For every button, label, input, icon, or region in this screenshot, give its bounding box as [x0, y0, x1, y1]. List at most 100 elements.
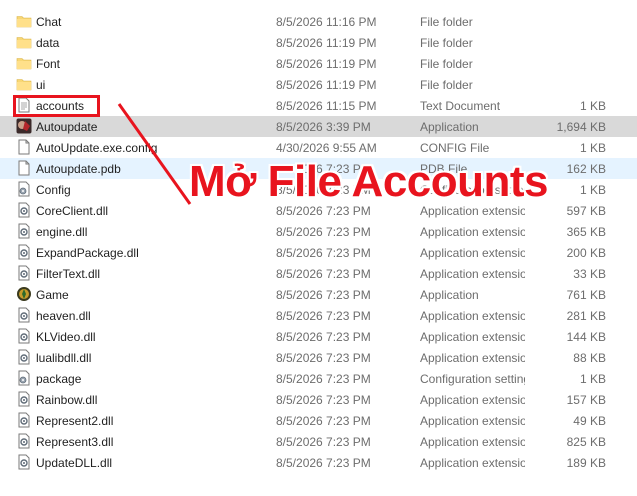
file-date-modified: 8/5/2026 3:39 PM: [276, 120, 371, 134]
file-name: Chat: [36, 15, 62, 29]
file-date-modified: 8/5/2026 7:23 PM: [276, 372, 371, 386]
file-row-chat[interactable]: Chat 8/5/2026 11:16 PM File folder: [0, 11, 637, 32]
file-row-lualibdll-dll[interactable]: lualibdll.dll 8/5/2026 7:23 PM Application…: [0, 347, 637, 368]
file-type: Application extension: [420, 351, 525, 365]
file-date-modified: 4/30/2026 9:55 AM: [276, 141, 377, 155]
dll-file-icon: [16, 265, 32, 281]
file-row-accounts[interactable]: accounts 8/5/2026 11:15 PM Text Document 1 …: [0, 95, 637, 116]
file-date-modified: 8/5/2026 7:23 PM: [276, 267, 371, 281]
file-name: Represent2.dll: [36, 414, 114, 428]
file-name: KLVideo.dll: [36, 330, 96, 344]
file-date-modified: 8/5/2026 7:23 PM: [276, 351, 371, 365]
file-row-rainbow-dll[interactable]: Rainbow.dll 8/5/2026 7:23 PM Application e…: [0, 389, 637, 410]
file-size: 365 KB: [566, 225, 606, 239]
file-type: Application extension: [420, 330, 525, 344]
file-date-modified: 8/5/2026 11:15 PM: [276, 99, 377, 113]
file-type: Application: [420, 120, 479, 134]
file-size: 1 KB: [579, 99, 606, 113]
file-date-modified: 8/5/2026 7:23 PM: [276, 393, 371, 407]
file-name: data: [36, 36, 60, 50]
file-size: 49 KB: [573, 414, 606, 428]
file-row-autoupdate[interactable]: Autoupdate 8/5/2026 3:39 PM Application 1,6…: [0, 116, 637, 137]
file-type: Text Document: [420, 99, 501, 113]
dll-file-icon: [16, 349, 32, 365]
file-date-modified: 8/5/2026 7:23 PM: [276, 435, 371, 449]
config-file-icon: [16, 139, 32, 155]
file-row-represent2-dll[interactable]: Represent2.dll 8/5/2026 7:23 PM Applicatio…: [0, 410, 637, 431]
file-date-modified: 8/5/2026 7:23 PM: [276, 246, 371, 260]
file-type: File folder: [420, 36, 473, 50]
file-type: Application extension: [420, 414, 525, 428]
file-type: Application extension: [420, 393, 525, 407]
annotation-callout-text: Mở File Accounts: [189, 157, 549, 206]
file-type: CONFIG File: [420, 141, 490, 155]
file-date-modified: 8/5/2026 7:23 PM: [276, 414, 371, 428]
file-name: Represent3.dll: [36, 435, 114, 449]
folder-icon: [16, 34, 32, 50]
file-row-represent3-dll[interactable]: Represent3.dll 8/5/2026 7:23 PM Applicatio…: [0, 431, 637, 452]
folder-icon: [16, 55, 32, 71]
file-row-klvideo-dll[interactable]: KLVideo.dll 8/5/2026 7:23 PM Application e…: [0, 326, 637, 347]
file-size: 144 KB: [566, 330, 606, 344]
file-date-modified: 8/5/2026 7:23 PM: [276, 225, 371, 239]
file-date-modified: 8/5/2026 7:23 PM: [276, 456, 371, 470]
dll-file-icon: [16, 433, 32, 449]
dll-file-icon: [16, 391, 32, 407]
file-name: Rainbow.dll: [36, 393, 98, 407]
file-size: 597 KB: [566, 204, 606, 218]
file-name: Config: [36, 183, 71, 197]
file-type: Application extension: [420, 267, 525, 281]
file-name: UpdateDLL.dll: [36, 456, 113, 470]
dll-file-icon: [16, 223, 32, 239]
file-date-modified: 8/5/2026 11:19 PM: [276, 57, 377, 71]
file-row-package[interactable]: package 8/5/2026 7:23 PM Configuration set…: [0, 368, 637, 389]
file-name: package: [36, 372, 82, 386]
file-size: 1 KB: [579, 141, 606, 155]
file-row-expandpackage-dll[interactable]: ExpandPackage.dll 8/5/2026 7:23 PM Applica…: [0, 242, 637, 263]
file-name: Font: [36, 57, 61, 71]
file-size: 825 KB: [566, 435, 606, 449]
file-size: 33 KB: [573, 267, 606, 281]
settings-file-icon: [16, 181, 32, 197]
game-app-icon: [16, 286, 32, 302]
file-list: Chat 8/5/2026 11:16 PM File folder data 8/5/…: [0, 11, 637, 473]
file-date-modified: 8/5/2026 7:23 PM: [276, 309, 371, 323]
file-size: 88 KB: [573, 351, 606, 365]
file-name: engine.dll: [36, 225, 88, 239]
dll-file-icon: [16, 307, 32, 323]
file-size: 189 KB: [566, 456, 606, 470]
file-name: ExpandPackage.dll: [36, 246, 139, 260]
file-date-modified: 8/5/2026 7:23 PM: [276, 330, 371, 344]
pdb-file-icon: [16, 160, 32, 176]
file-type: Configuration settings: [420, 372, 525, 386]
file-name: lualibdll.dll: [36, 351, 92, 365]
file-row-updatedll-dll[interactable]: UpdateDLL.dll 8/5/2026 7:23 PM Application…: [0, 452, 637, 473]
file-row-font[interactable]: Font 8/5/2026 11:19 PM File folder: [0, 53, 637, 74]
file-row-autoupdate-exe-config[interactable]: AutoUpdate.exe.config 4/30/2026 9:55 AM CO…: [0, 137, 637, 158]
file-type: Application: [420, 288, 479, 302]
file-row-game[interactable]: Game 8/5/2026 7:23 PM Application 761 KB: [0, 284, 637, 305]
file-size: 1 KB: [579, 183, 606, 197]
dll-file-icon: [16, 328, 32, 344]
folder-icon: [16, 76, 32, 92]
file-size: 162 KB: [566, 162, 606, 176]
file-row-heaven-dll[interactable]: heaven.dll 8/5/2026 7:23 PM Application ex…: [0, 305, 637, 326]
file-row-ui[interactable]: ui 8/5/2026 11:19 PM File folder: [0, 74, 637, 95]
file-row-filtertext-dll[interactable]: FilterText.dll 8/5/2026 7:23 PM Applicatio…: [0, 263, 637, 284]
dll-file-icon: [16, 202, 32, 218]
file-name: CoreClient.dll: [36, 204, 109, 218]
folder-icon: [16, 13, 32, 29]
file-type: Application extension: [420, 309, 525, 323]
file-type: File folder: [420, 57, 473, 71]
dll-file-icon: [16, 244, 32, 260]
file-name: heaven.dll: [36, 309, 91, 323]
file-size: 1 KB: [579, 372, 606, 386]
file-size: 281 KB: [566, 309, 606, 323]
file-name: FilterText.dll: [36, 267, 101, 281]
file-row-engine-dll[interactable]: engine.dll 8/5/2026 7:23 PM Application ex…: [0, 221, 637, 242]
file-type: File folder: [420, 78, 473, 92]
file-name: Autoupdate: [36, 120, 98, 134]
file-name: Autoupdate.pdb: [36, 162, 121, 176]
file-row-data[interactable]: data 8/5/2026 11:19 PM File folder: [0, 32, 637, 53]
file-name: AutoUpdate.exe.config: [36, 141, 158, 155]
